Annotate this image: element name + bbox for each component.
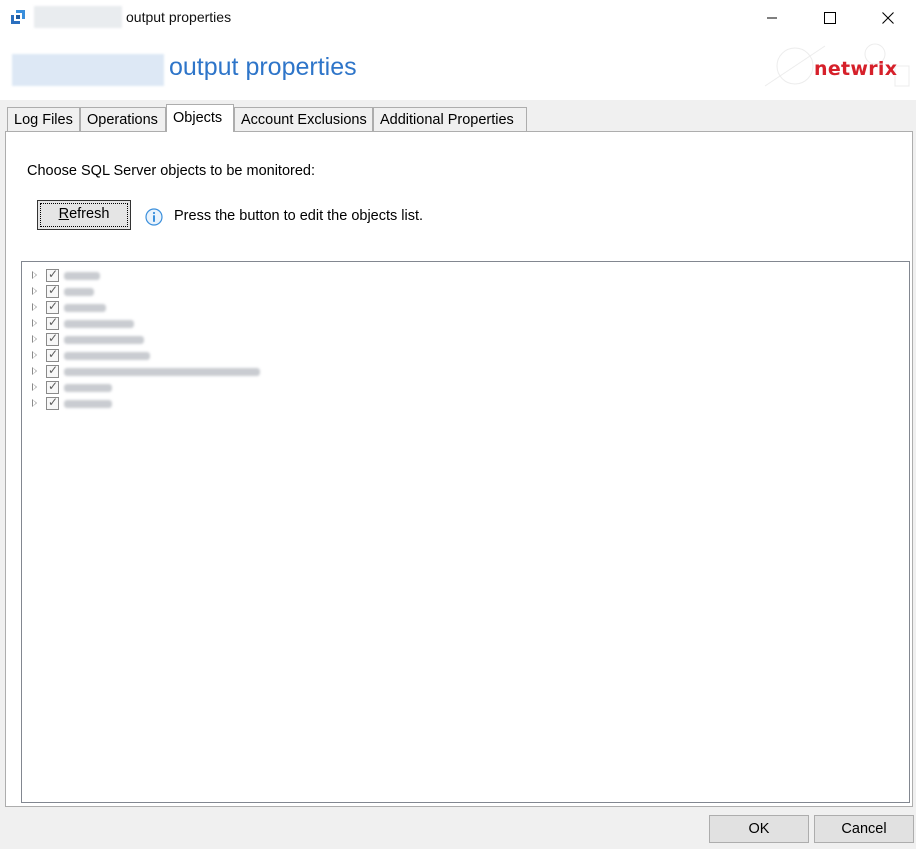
cancel-button[interactable]: Cancel — [814, 815, 914, 843]
redacted-item-name — [64, 400, 112, 408]
expand-arrow-icon[interactable] — [32, 319, 37, 327]
redacted-item-name — [64, 288, 94, 296]
redacted-item-name — [64, 272, 100, 280]
tree-item-checkbox[interactable] — [46, 283, 59, 298]
instruction-label: Choose SQL Server objects to be monitore… — [27, 163, 316, 179]
app-icon — [11, 10, 25, 24]
maximize-button[interactable] — [801, 0, 859, 36]
tree-item[interactable] — [22, 347, 422, 364]
netwrix-logo: netwrix — [814, 58, 898, 80]
redacted-item-name — [64, 352, 150, 360]
redacted-item-name — [64, 320, 134, 328]
maximize-icon — [824, 12, 836, 24]
tree-item[interactable] — [22, 283, 422, 300]
tree-item-checkbox[interactable] — [46, 379, 59, 394]
refresh-button[interactable]: Refresh — [37, 200, 131, 230]
expand-arrow-icon[interactable] — [32, 271, 37, 279]
refresh-button-label: Refresh — [59, 206, 110, 222]
expand-arrow-icon[interactable] — [32, 367, 37, 375]
banner-title: output properties — [169, 53, 357, 81]
info-circle-icon — [145, 208, 163, 226]
header-banner: output properties netwrix — [0, 36, 916, 100]
expand-arrow-icon[interactable] — [32, 335, 37, 343]
redacted-banner-name — [12, 54, 164, 86]
hint-text: Press the button to edit the objects lis… — [174, 208, 424, 224]
tree-item[interactable] — [22, 331, 422, 348]
window-title: output properties — [126, 9, 232, 25]
refresh-accelerator: R — [58, 206, 70, 222]
redacted-item-name — [64, 368, 260, 376]
close-button[interactable] — [859, 0, 916, 36]
tree-item-checkbox[interactable] — [46, 299, 59, 314]
refresh-label-rest: efresh — [69, 206, 110, 222]
expand-arrow-icon[interactable] — [32, 287, 37, 295]
tree-item[interactable] — [22, 363, 422, 380]
expand-arrow-icon[interactable] — [32, 303, 37, 311]
tab-log-files[interactable]: Log Files — [7, 107, 80, 131]
tree-item[interactable] — [22, 379, 422, 396]
minimize-button[interactable] — [743, 0, 801, 36]
redacted-item-name — [64, 384, 112, 392]
expand-arrow-icon[interactable] — [32, 383, 37, 391]
redacted-item-name — [64, 304, 106, 312]
tree-item[interactable] — [22, 395, 422, 412]
tab-operations[interactable]: Operations — [80, 107, 166, 131]
tree-item[interactable] — [22, 299, 422, 316]
tree-item-checkbox[interactable] — [46, 331, 59, 346]
redacted-server-name — [34, 6, 122, 28]
expand-arrow-icon[interactable] — [32, 399, 37, 407]
tree-item-checkbox[interactable] — [46, 267, 59, 282]
tree-item[interactable] — [22, 315, 422, 332]
tab-objects[interactable]: Objects — [166, 104, 234, 132]
tree-item-checkbox[interactable] — [46, 363, 59, 378]
tab-account-exclusions[interactable]: Account Exclusions — [234, 107, 373, 131]
tree-item-checkbox[interactable] — [46, 315, 59, 330]
tree-item-checkbox[interactable] — [46, 347, 59, 362]
objects-tab-panel: Choose SQL Server objects to be monitore… — [5, 131, 913, 807]
title-bar: output properties — [0, 0, 916, 36]
tree-item[interactable] — [22, 267, 422, 284]
redacted-item-name — [64, 336, 144, 344]
tab-additional-properties[interactable]: Additional Properties — [373, 107, 527, 131]
ok-button[interactable]: OK — [709, 815, 809, 843]
expand-arrow-icon[interactable] — [32, 351, 37, 359]
minimize-icon — [767, 17, 777, 19]
objects-tree[interactable] — [21, 261, 910, 803]
tree-item-checkbox[interactable] — [46, 395, 59, 410]
close-icon — [882, 12, 894, 24]
